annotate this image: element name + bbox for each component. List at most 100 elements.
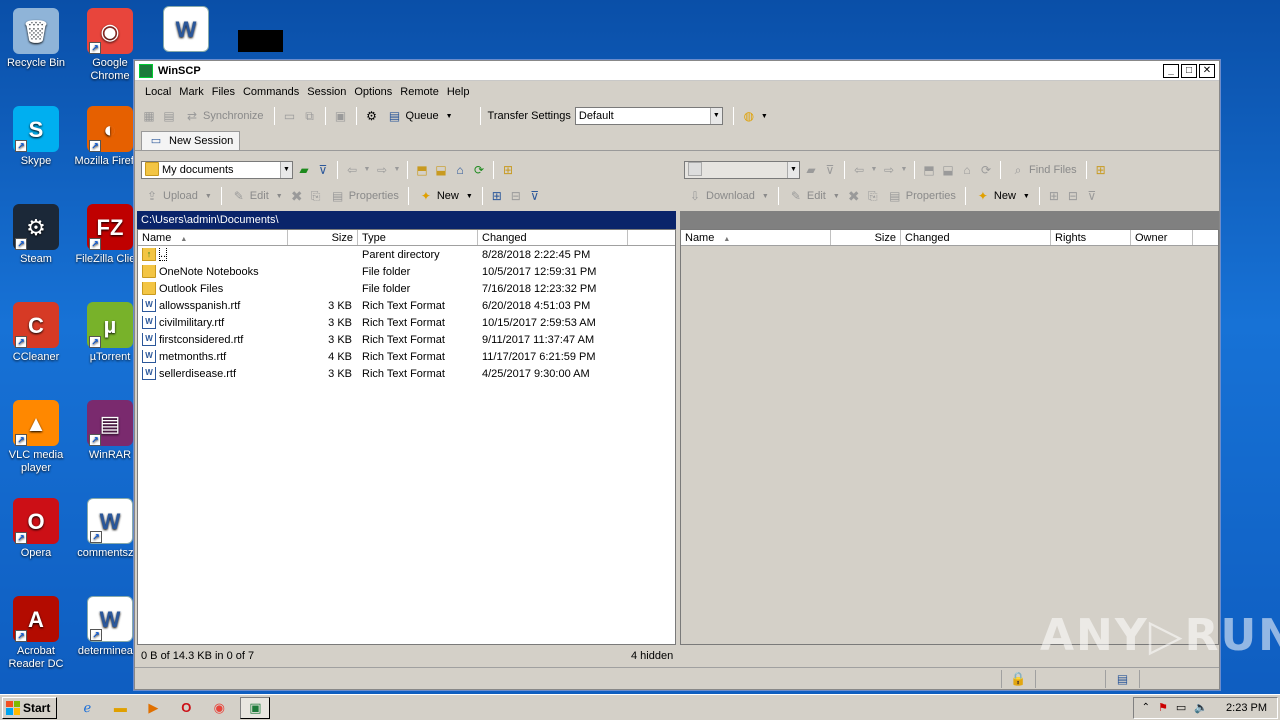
open-folder-icon[interactable]: ▰ xyxy=(296,162,312,178)
opera-taskbar-icon[interactable]: O xyxy=(174,697,198,719)
table-row[interactable]: ↑.. Parent directory 8/28/2018 2:22:45 PM xyxy=(138,246,675,263)
maximize-button[interactable]: □ xyxy=(1181,63,1197,78)
transfer-settings-select[interactable]: Default ▼ xyxy=(574,107,723,125)
table-row[interactable]: Wmetmonths.rtf 4 KB Rich Text Format 11/17/… xyxy=(138,348,675,365)
chrome-taskbar-icon[interactable]: ◉ xyxy=(207,697,231,719)
filter-icon[interactable]: ⊽ xyxy=(315,162,331,178)
desktop-shortcut[interactable]: O ↗ Opera xyxy=(0,498,72,560)
col-name[interactable]: Name ▲ xyxy=(138,230,288,245)
menu-item-session[interactable]: Session xyxy=(303,86,350,98)
menu-item-local[interactable]: Local xyxy=(141,86,175,98)
delete-icon[interactable]: ✖ xyxy=(846,188,862,204)
chevron-down-icon[interactable]: ▼ xyxy=(761,113,768,120)
desktop-shortcut[interactable]: A ↗ Acrobat Reader DC xyxy=(0,596,72,671)
table-row[interactable]: OneNote Notebooks File folder 10/5/2017 12… xyxy=(138,263,675,280)
table-row[interactable]: Outlook Files File folder 7/16/2018 12:23:… xyxy=(138,280,675,297)
upload-button[interactable]: ⇪ Upload ▼ xyxy=(141,186,215,206)
ie-icon[interactable]: ℯ xyxy=(75,697,99,719)
home-icon[interactable]: ⌂ xyxy=(959,162,975,178)
putty-icon[interactable]: ⧉ xyxy=(302,108,318,124)
unselect-minus-icon[interactable]: ⊟ xyxy=(1065,188,1081,204)
remote-file-list[interactable]: Name ▲ Size Changed Rights Owner xyxy=(680,229,1219,645)
queue-status-icon[interactable]: ▤ xyxy=(1105,669,1139,688)
download-button[interactable]: ⇩ Download ▼ xyxy=(684,186,772,206)
desktop-shortcut[interactable]: S ↗ Skype xyxy=(0,106,72,168)
menu-item-remote[interactable]: Remote xyxy=(396,86,443,98)
volume-icon[interactable]: 🔈 xyxy=(1194,701,1208,714)
synchronize-button[interactable]: ⇄ Synchronize xyxy=(181,106,267,126)
tree-toggle-icon[interactable]: ⊞ xyxy=(1093,162,1109,178)
filter-icon[interactable]: ⊽ xyxy=(822,162,838,178)
select-filter-icon[interactable]: ⊽ xyxy=(1084,188,1100,204)
menu-item-options[interactable]: Options xyxy=(350,86,396,98)
properties-button[interactable]: ▤ Properties xyxy=(327,186,402,206)
new-button[interactable]: ✦ New ▼ xyxy=(415,186,476,206)
local-location-select[interactable]: My documents ▼ xyxy=(141,161,293,179)
table-row[interactable]: Wsellerdisease.rtf 3 KB Rich Text Format 4/… xyxy=(138,365,675,382)
parent-directory-icon[interactable]: ⬒ xyxy=(921,162,937,178)
remote-location-select[interactable]: ▼ xyxy=(684,161,800,179)
back-arrow-icon[interactable]: ⇦ xyxy=(344,162,360,178)
preferences-gear-icon[interactable]: ⚙ xyxy=(364,108,380,124)
desktop-shortcut[interactable]: ⚙ ↗ Steam xyxy=(0,204,72,266)
compare-icon[interactable]: ▦ xyxy=(141,108,157,124)
refresh-icon[interactable]: ⟳ xyxy=(471,162,487,178)
unselect-minus-icon[interactable]: ⊟ xyxy=(508,188,524,204)
close-button[interactable]: ✕ xyxy=(1199,63,1215,78)
chevron-down-icon[interactable]: ▼ xyxy=(870,162,878,178)
network-icon[interactable]: ▭ xyxy=(1176,701,1186,714)
queue-button[interactable]: ▤ Queue ▼ xyxy=(384,106,456,126)
sync-browse-icon[interactable]: ▤ xyxy=(161,108,177,124)
remote-properties-button[interactable]: ▤ Properties xyxy=(884,186,959,206)
col-owner[interactable]: Owner xyxy=(1131,230,1193,245)
col-name[interactable]: Name ▲ xyxy=(681,230,831,245)
forward-arrow-icon[interactable]: ⇨ xyxy=(374,162,390,178)
local-file-list[interactable]: Name ▲ Size Type Changed ↑.. Parent direc… xyxy=(137,229,676,645)
tray-expand-icon[interactable]: ⌃ xyxy=(1142,702,1150,713)
globe-sites-icon[interactable]: ◍ xyxy=(741,108,757,124)
table-row[interactable]: Wallowsspanish.rtf 3 KB Rich Text Format 6/… xyxy=(138,297,675,314)
action-center-flag-icon[interactable]: ⚑ xyxy=(1158,701,1168,714)
explorer-folder-icon[interactable]: ▬ xyxy=(108,697,132,719)
desktop-shortcut[interactable]: C ↗ CCleaner xyxy=(0,302,72,364)
clock[interactable]: 2:23 PM xyxy=(1226,702,1267,714)
menu-item-files[interactable]: Files xyxy=(208,86,239,98)
root-directory-icon[interactable]: ⬓ xyxy=(940,162,956,178)
col-changed[interactable]: Changed xyxy=(478,230,628,245)
open-folder-icon[interactable]: ▰ xyxy=(803,162,819,178)
select-filter-icon[interactable]: ⊽ xyxy=(527,188,543,204)
tab-new-session[interactable]: ▭ New Session xyxy=(141,131,241,150)
desktop-shortcut[interactable]: ▲ ↗ VLC media player xyxy=(0,400,72,475)
menu-item-commands[interactable]: Commands xyxy=(239,86,303,98)
home-icon[interactable]: ⌂ xyxy=(452,162,468,178)
status-hidden-count[interactable]: 4 hidden xyxy=(631,650,673,662)
refresh-icon[interactable]: ⟳ xyxy=(978,162,994,178)
forward-arrow-icon[interactable]: ⇨ xyxy=(881,162,897,178)
winscp-taskbar-icon[interactable]: ▣ xyxy=(240,696,271,719)
start-button[interactable]: Start xyxy=(2,696,58,719)
chevron-down-icon[interactable]: ▼ xyxy=(363,162,371,178)
media-player-icon[interactable]: ▶ xyxy=(141,697,165,719)
rename-icon[interactable]: ⎘ xyxy=(865,188,881,204)
col-type[interactable]: Type xyxy=(358,230,478,245)
col-changed[interactable]: Changed xyxy=(901,230,1051,245)
root-directory-icon[interactable]: ⬓ xyxy=(433,162,449,178)
delete-icon[interactable]: ✖ xyxy=(289,188,305,204)
back-arrow-icon[interactable]: ⇦ xyxy=(851,162,867,178)
menu-item-help[interactable]: Help xyxy=(443,86,474,98)
remote-edit-button[interactable]: ✎ Edit ▼ xyxy=(785,186,843,206)
console-icon[interactable]: ▭ xyxy=(282,108,298,124)
chevron-down-icon[interactable]: ▼ xyxy=(900,162,908,178)
col-size[interactable]: Size xyxy=(831,230,901,245)
menu-item-mark[interactable]: Mark xyxy=(175,86,207,98)
edit-button[interactable]: ✎ Edit ▼ xyxy=(228,186,286,206)
remote-new-button[interactable]: ✦ New ▼ xyxy=(972,186,1033,206)
table-row[interactable]: Wfirstconsidered.rtf 3 KB Rich Text Format… xyxy=(138,331,675,348)
parent-directory-icon[interactable]: ⬒ xyxy=(414,162,430,178)
chevron-down-icon[interactable]: ▼ xyxy=(393,162,401,178)
screen-icon[interactable]: ▣ xyxy=(333,108,349,124)
select-plus-icon[interactable]: ⊞ xyxy=(1046,188,1062,204)
col-size[interactable]: Size xyxy=(288,230,358,245)
col-rights[interactable]: Rights xyxy=(1051,230,1131,245)
minimize-button[interactable]: _ xyxy=(1163,63,1179,78)
